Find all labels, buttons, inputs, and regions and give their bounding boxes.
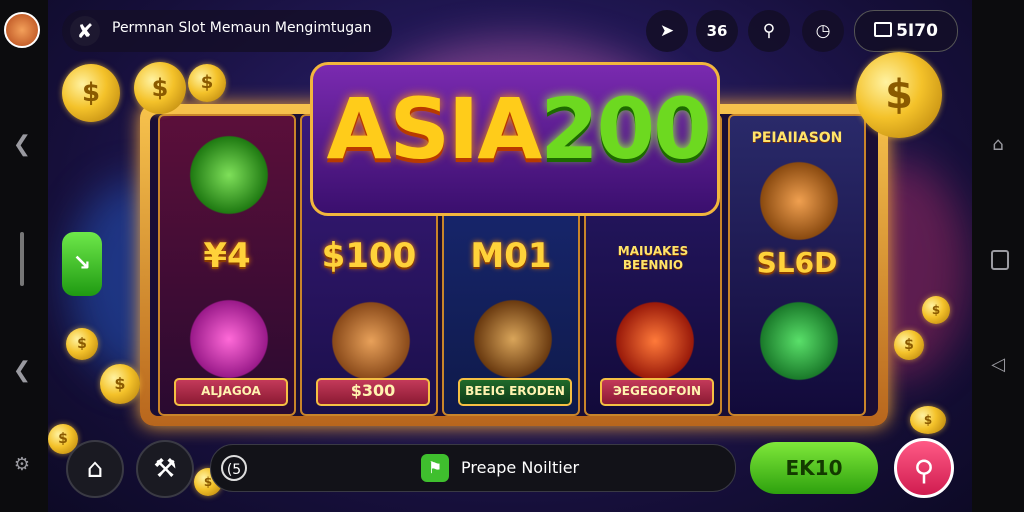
balance-value: 5I70 [896, 21, 938, 41]
rocket-button[interactable]: ➤ [646, 10, 688, 52]
coin-icon: $ [66, 328, 98, 360]
side-menu-button[interactable]: ↘ [62, 232, 102, 296]
balance-display[interactable]: 5I70 [854, 10, 958, 52]
zoom-search-button[interactable]: ⚲ [894, 438, 954, 498]
back-arrow-icon[interactable]: ❮ [2, 132, 42, 157]
title-pill: ✘ Permnan Slot Memaun Mengimtugan [62, 10, 392, 52]
rocket-symbol-icon [184, 130, 274, 220]
search-button[interactable]: ⚲ [748, 10, 790, 52]
back-nav-icon[interactable]: ◁ [978, 354, 1018, 375]
recents-nav-icon[interactable] [991, 250, 1009, 270]
coin-icon: $ [910, 406, 946, 434]
reel-value: ¥4 [203, 236, 251, 276]
reel-title: PEIAIIASON [751, 130, 843, 146]
drum-symbol-icon [610, 296, 700, 386]
info-counter: (5 [221, 455, 247, 481]
reel-subtitle: MAIUAKES BEENNIO [617, 244, 689, 272]
app-avatar[interactable] [4, 12, 40, 48]
game-title: Permnan Slot Memaun Mengimtugan [112, 20, 372, 36]
reel-banner: BEEIG ERODEN [458, 378, 572, 406]
game-screen: ✘ Permnan Slot Memaun Mengimtugan ➤ 36 ⚲… [48, 0, 972, 512]
coin-icon: $ [856, 52, 942, 138]
info-text: Preape Noiltier [461, 458, 580, 477]
tools-icon[interactable]: ✘ [70, 16, 100, 46]
home-button[interactable]: ⌂ [66, 440, 124, 498]
game-logo: ASIA200 [308, 80, 728, 178]
top-bar: ✘ Permnan Slot Memaun Mengimtugan ➤ 36 ⚲… [62, 10, 958, 54]
wallet-icon [874, 22, 893, 37]
reel-1[interactable]: ¥4 ALJAGOA [158, 114, 296, 416]
system-left-bar: ❮ ❮ ⚙ [0, 0, 48, 512]
guitar-symbol-icon [184, 294, 274, 384]
logo-number: 200 [540, 80, 711, 178]
bear-symbol-icon [326, 296, 416, 386]
coin-icon: $ [62, 64, 120, 122]
coin-icon: $ [922, 296, 950, 324]
coin-icon: $ [134, 62, 186, 114]
prev-arrow-icon[interactable]: ❮ [2, 358, 42, 383]
side-handle [20, 232, 24, 286]
flag-icon: ⚑ [421, 454, 449, 482]
info-bar[interactable]: (5 ⚑ Preape Noiltier [210, 444, 736, 492]
stats-button[interactable]: 36 [696, 10, 738, 52]
coin-icon: $ [894, 330, 924, 360]
logo-word: ASIA [326, 80, 542, 178]
hammer-button[interactable]: ⚒ [136, 440, 194, 498]
reel-banner: $300 [316, 378, 430, 406]
pot-symbol-icon [754, 296, 844, 386]
reel-value: SL6D [756, 246, 838, 279]
exit-button[interactable]: EK10 [750, 442, 878, 494]
reel-value: M01 [470, 236, 552, 276]
settings-gear-icon[interactable]: ⚙ [2, 454, 42, 475]
hammer-symbol-icon [468, 294, 558, 384]
coin-icon: $ [188, 64, 226, 102]
tiger-symbol-icon [754, 156, 844, 246]
coin-icon: $ [100, 364, 140, 404]
reel-value: $100 [321, 236, 417, 276]
system-nav-bar: ⌂ ◁ [972, 0, 1024, 512]
home-nav-icon[interactable]: ⌂ [978, 134, 1018, 155]
reel-5[interactable]: PEIAIIASON SL6D [728, 114, 866, 416]
clock-button[interactable]: ◷ [802, 10, 844, 52]
reel-banner: ЭEGEGOFOIN [600, 378, 714, 406]
reel-banner: ALJAGOA [174, 378, 288, 406]
